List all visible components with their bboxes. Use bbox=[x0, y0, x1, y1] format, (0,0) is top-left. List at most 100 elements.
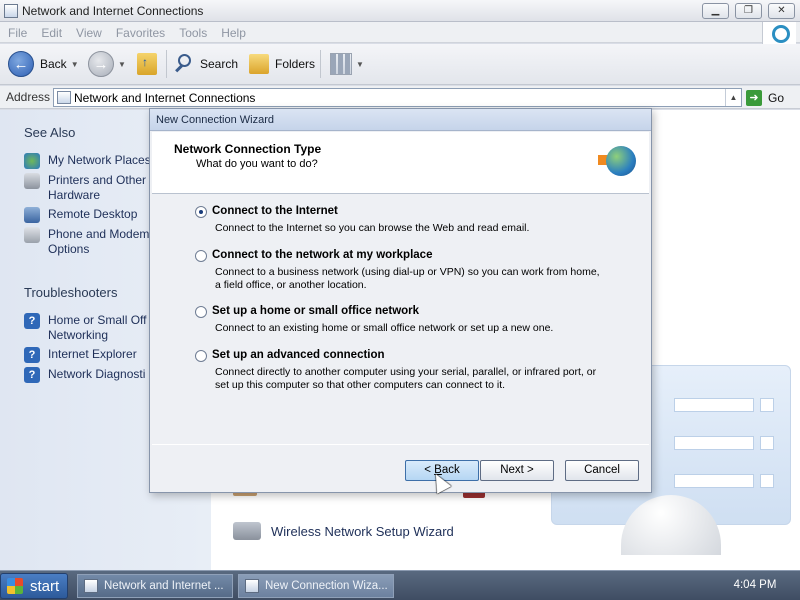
radio-connect-workplace[interactable] bbox=[195, 250, 207, 262]
remote-desktop-icon bbox=[24, 207, 40, 223]
wizard-title-bar: New Connection Wizard bbox=[150, 109, 651, 131]
address-dropdown-icon[interactable]: ▲ bbox=[725, 89, 741, 106]
taskbar-item-label: New Connection Wiza... bbox=[265, 580, 388, 592]
help-icon: ? bbox=[24, 367, 40, 383]
option-description: Connect to the Internet so you can brows… bbox=[215, 222, 530, 234]
troubleshooter-label: Internet Explorer bbox=[48, 347, 137, 361]
option-description: Connect to a business network (using dia… bbox=[215, 266, 600, 291]
minimize-button[interactable]: ▁ bbox=[702, 3, 729, 19]
menu-file[interactable]: File bbox=[0, 22, 33, 40]
views-dropdown-icon[interactable]: ▼ bbox=[356, 60, 364, 69]
menu-tools[interactable]: Tools bbox=[171, 22, 213, 40]
wireless-setup-label: Wireless Network Setup Wizard bbox=[271, 523, 454, 539]
help-icon: ? bbox=[24, 313, 40, 329]
address-bar: Address Network and Internet Connections… bbox=[0, 86, 800, 109]
illustration-square bbox=[760, 398, 774, 412]
see-also-label: Remote Desktop bbox=[48, 207, 138, 221]
see-also-label: My Network Places bbox=[48, 153, 151, 167]
address-label: Address bbox=[6, 90, 51, 104]
wizard-divider bbox=[152, 444, 649, 445]
system-clock: 4:04 PM bbox=[733, 579, 777, 591]
printer-icon bbox=[24, 173, 40, 189]
option-description: Connect to an existing home or small off… bbox=[215, 322, 554, 334]
back-dropdown-icon[interactable]: ▼ bbox=[71, 60, 79, 69]
back-arrow-icon: ← bbox=[8, 51, 34, 77]
illustration-bar bbox=[674, 474, 754, 488]
address-input[interactable]: Network and Internet Connections ▲ bbox=[53, 88, 742, 107]
next-button[interactable]: Next > bbox=[480, 460, 554, 481]
wireless-icon bbox=[233, 522, 261, 540]
folder-icon bbox=[4, 4, 18, 18]
wizard-header: Network Connection Type What do you want… bbox=[152, 132, 649, 194]
search-label: Search bbox=[200, 57, 239, 71]
wizard-header-title: Network Connection Type bbox=[174, 142, 322, 156]
option-label: Set up an advanced connection bbox=[212, 349, 385, 361]
new-connection-wizard-dialog: New Connection Wizard Network Connection… bbox=[149, 108, 652, 493]
toolbar-separator bbox=[320, 50, 321, 78]
window-title-bar: Network and Internet Connections ▁ ❐ ✕ bbox=[0, 0, 800, 22]
globe-icon bbox=[598, 144, 640, 182]
wizard-icon bbox=[245, 579, 259, 593]
back-nav-label: Back bbox=[40, 57, 67, 71]
menu-edit[interactable]: Edit bbox=[33, 22, 68, 40]
illustration-square bbox=[760, 436, 774, 450]
folders-button[interactable]: Folders bbox=[249, 50, 315, 78]
up-folder-icon: ↑ bbox=[137, 53, 157, 75]
radio-advanced-connection[interactable] bbox=[195, 350, 207, 362]
see-also-label: Printers and Other Hardware bbox=[48, 173, 147, 202]
views-button[interactable]: ▼ bbox=[330, 50, 364, 78]
menu-bar: File Edit View Favorites Tools Help bbox=[0, 22, 800, 43]
option-description: Connect directly to another computer usi… bbox=[215, 366, 597, 391]
menu-view[interactable]: View bbox=[68, 22, 108, 40]
see-also-heading: See Also bbox=[24, 125, 76, 140]
illustration-square bbox=[760, 474, 774, 488]
forward-nav-button[interactable]: → ▼ bbox=[88, 50, 126, 78]
forward-dropdown-icon[interactable]: ▼ bbox=[118, 60, 126, 69]
troubleshooters-heading: Troubleshooters bbox=[24, 285, 118, 300]
toolbar: ← Back ▼ → ▼ ↑ Search Folders ▼ bbox=[0, 44, 800, 85]
folder-icon bbox=[84, 579, 98, 593]
illustration-bar bbox=[674, 398, 754, 412]
go-button[interactable]: ➜ Go bbox=[746, 88, 784, 107]
network-places-icon bbox=[24, 153, 40, 169]
window-title: Network and Internet Connections bbox=[22, 4, 204, 18]
option-label: Connect to the network at my workplace bbox=[212, 249, 433, 261]
menu-help[interactable]: Help bbox=[213, 22, 252, 40]
option-label: Connect to the Internet bbox=[212, 205, 338, 217]
see-also-label: Phone and Modem Options bbox=[48, 227, 150, 256]
help-icon: ? bbox=[24, 347, 40, 363]
folders-label: Folders bbox=[275, 57, 316, 71]
radio-connect-internet[interactable] bbox=[195, 206, 207, 218]
illustration-bar bbox=[674, 436, 754, 450]
close-button[interactable]: ✕ bbox=[768, 3, 795, 19]
folders-icon bbox=[249, 54, 269, 74]
troubleshooter-label: Home or Small Off Networking bbox=[48, 313, 147, 342]
wizard-title: New Connection Wizard bbox=[156, 114, 274, 126]
taskbar-item-new-connection-wizard[interactable]: New Connection Wiza... bbox=[238, 574, 394, 598]
throbber-icon bbox=[762, 22, 796, 46]
start-button[interactable]: start bbox=[0, 573, 68, 599]
up-folder-button[interactable]: ↑ bbox=[137, 50, 157, 78]
search-icon bbox=[174, 53, 194, 75]
search-button[interactable]: Search bbox=[174, 50, 238, 78]
cancel-button[interactable]: Cancel bbox=[565, 460, 639, 481]
forward-arrow-icon: → bbox=[88, 51, 114, 77]
taskbar-item-network-connections[interactable]: Network and Internet ... bbox=[77, 574, 233, 598]
windows-logo-icon bbox=[7, 578, 23, 594]
wireless-setup-wizard-link[interactable]: Wireless Network Setup Wizard bbox=[233, 522, 454, 540]
start-label: start bbox=[30, 577, 60, 595]
address-value: Network and Internet Connections bbox=[74, 91, 256, 105]
troubleshooter-label: Network Diagnosti bbox=[48, 367, 146, 381]
go-arrow-icon: ➜ bbox=[746, 89, 762, 106]
folder-icon bbox=[57, 91, 71, 104]
wizard-header-subtitle: What do you want to do? bbox=[196, 158, 318, 170]
back-nav-button[interactable]: ← Back ▼ bbox=[8, 50, 79, 78]
toolbar-separator bbox=[166, 50, 167, 78]
restore-button[interactable]: ❐ bbox=[735, 3, 762, 19]
phone-icon bbox=[24, 227, 40, 243]
menu-favorites[interactable]: Favorites bbox=[108, 22, 171, 40]
views-icon bbox=[330, 53, 352, 75]
option-label: Set up a home or small office network bbox=[212, 305, 420, 317]
go-label: Go bbox=[768, 90, 785, 105]
radio-home-network[interactable] bbox=[195, 306, 207, 318]
